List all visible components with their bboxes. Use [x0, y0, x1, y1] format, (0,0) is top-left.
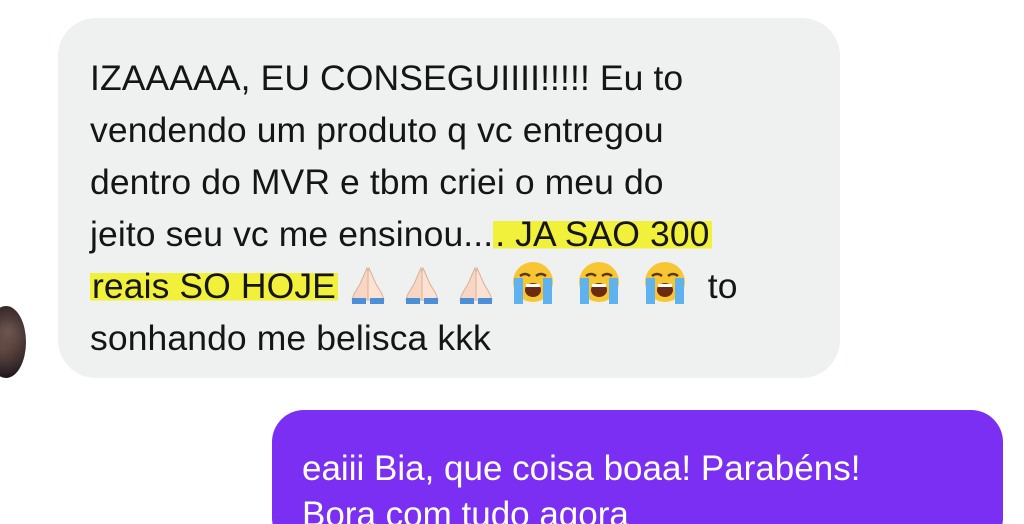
avatar-photo	[0, 306, 26, 378]
loudly-crying-face-icon	[578, 262, 619, 304]
message-line: eaiii Bia, que coisa boaa! Parabéns!	[302, 449, 861, 488]
highlighted-text: reais SO HOJE	[90, 266, 338, 306]
message-text-segment: to	[707, 266, 738, 306]
loudly-crying-face-icon	[644, 262, 685, 304]
outgoing-message-text: eaiii Bia, que coisa boaa! Parabéns! Bor…	[302, 446, 973, 524]
message-line: jeito seu vc me ensinou.... JA SAO 300	[90, 208, 810, 260]
message-line: Bora com tudo agora	[302, 495, 629, 524]
outgoing-message-bubble[interactable]: eaiii Bia, que coisa boaa! Parabéns! Bor…	[272, 410, 1003, 524]
incoming-message-bubble[interactable]: IZAAAAA, EU CONSEGUIIII!!!!! Eu to vende…	[58, 18, 840, 378]
loudly-crying-face-icon	[512, 262, 553, 304]
highlighted-text: . JA SAO 300	[493, 214, 712, 254]
message-line: dentro do MVR e tbm criei o meu do	[90, 162, 664, 202]
contact-avatar[interactable]	[0, 306, 26, 378]
chat-thread: IZAAAAA, EU CONSEGUIIII!!!!! Eu to vende…	[0, 0, 1024, 524]
message-line: IZAAAAA, EU CONSEGUIIII!!!!! Eu to	[90, 58, 684, 98]
message-line: reais SO HOJE to	[90, 260, 810, 312]
message-text-segment: jeito seu vc me ensinou	[90, 214, 464, 254]
message-line: vendendo um produto q vc entregou	[90, 110, 664, 150]
incoming-message-text: IZAAAAA, EU CONSEGUIIII!!!!! Eu to vende…	[90, 52, 810, 364]
folded-hands-icon	[405, 266, 439, 304]
message-text-segment: ...	[463, 214, 494, 254]
folded-hands-icon	[459, 266, 493, 304]
folded-hands-icon	[351, 266, 385, 304]
message-line: sonhando me belisca kkk	[90, 318, 491, 358]
